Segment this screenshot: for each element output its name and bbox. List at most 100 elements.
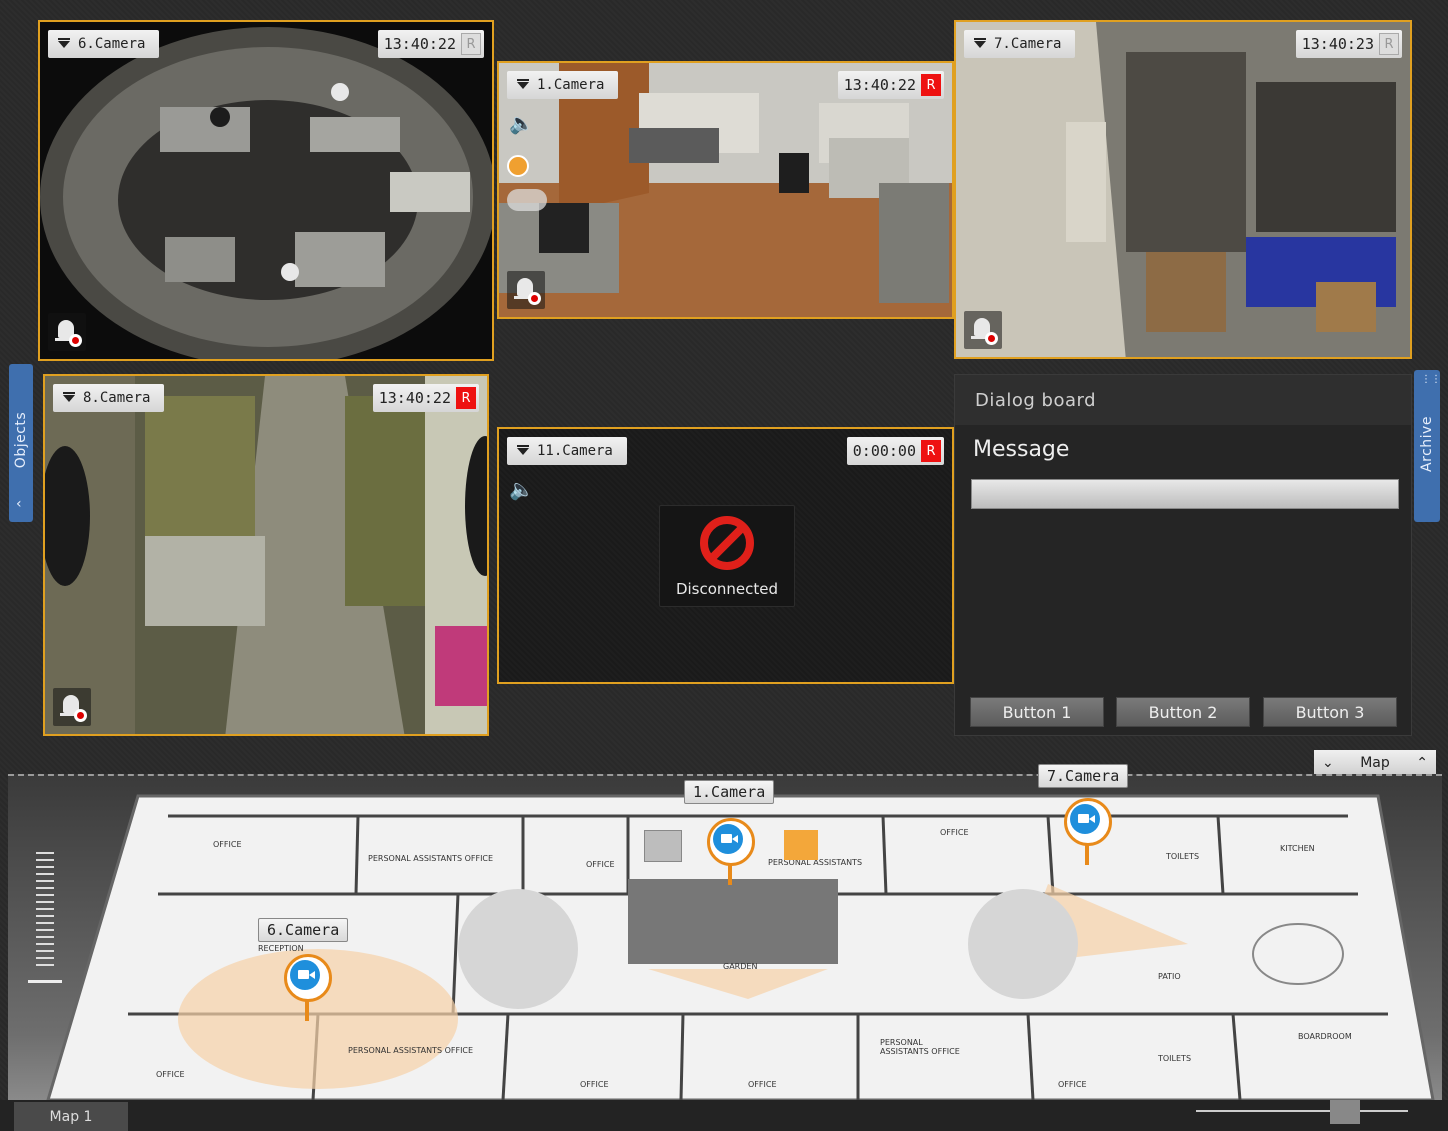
camera-icon (721, 834, 738, 843)
objects-panel-tab[interactable]: Objects ‹ (9, 364, 33, 522)
record-indicator[interactable]: R (921, 440, 941, 462)
ptz-dot-orange[interactable] (507, 155, 529, 177)
dialog-board: Dialog board Message Button 1 Button 2 B… (954, 374, 1412, 736)
camera-label-7[interactable]: 7.Camera (964, 30, 1076, 58)
alarm-button[interactable] (507, 271, 545, 309)
archive-panel-tab[interactable]: ⋮⋮ Archive (1414, 370, 1441, 522)
scroll-thumb[interactable] (1330, 1100, 1360, 1124)
room-label-pa-office-3: PERSONAL ASSISTANTS OFFICE (348, 1046, 474, 1055)
room-label-office-6: OFFICE (748, 1080, 777, 1089)
room-label-kitchen: KITCHEN (1280, 844, 1315, 853)
map-camera-pin-6[interactable] (284, 954, 332, 1024)
map-view[interactable]: OFFICE PERSONAL ASSISTANTS OFFICE OFFICE… (8, 764, 1442, 1100)
alarm-button[interactable] (48, 313, 86, 351)
map-camera-label-7[interactable]: 7.Camera (1038, 764, 1129, 788)
disconnected-panel: Disconnected (659, 505, 795, 607)
dialog-message: Message (973, 437, 1070, 462)
camera-name: 1.Camera (537, 77, 605, 93)
dropdown-icon (63, 391, 75, 402)
dialog-title: Dialog board (955, 375, 1411, 425)
dropdown-icon (517, 444, 529, 455)
map-camera-pin-1[interactable] (707, 818, 755, 888)
room-label-office-3: OFFICE (940, 828, 969, 837)
record-dot-icon (74, 709, 87, 722)
dialog-button-2[interactable]: Button 2 (1116, 697, 1250, 727)
record-indicator[interactable]: R (1379, 33, 1399, 55)
room-label-garden: GARDEN (723, 962, 758, 971)
chevron-down-icon: ⌄ (1322, 755, 1334, 771)
map-camera-label-1[interactable]: 1.Camera (684, 780, 775, 804)
room-label-office-5: OFFICE (580, 1080, 609, 1089)
record-dot-icon (985, 332, 998, 345)
mute-icon[interactable]: 🔈 (509, 111, 535, 135)
camera-name: 6.Camera (78, 36, 146, 52)
camera-timestamp-8: 13:40:22 R (372, 384, 479, 412)
alarm-button[interactable] (53, 688, 91, 726)
map-toolbar-icon-left[interactable] (644, 830, 682, 862)
dropdown-icon (58, 37, 70, 48)
timestamp: 13:40:22 (843, 76, 916, 94)
room-label-patio: PATIO (1158, 972, 1181, 981)
camera-name: 8.Camera (83, 390, 151, 406)
map-toggle[interactable]: ⌄ Map ⌃ (1314, 750, 1436, 776)
camera-tile-11[interactable]: 11.Camera 0:00:00 R 🔈 Disconnected (497, 427, 954, 684)
camera-icon (298, 970, 315, 979)
camera-name: 7.Camera (994, 36, 1062, 52)
app-root: Objects ‹ ⋮⋮ Archive 6.Camera 13:40:22 R… (0, 0, 1448, 1131)
record-dot-icon (528, 292, 541, 305)
camera-label-6[interactable]: 6.Camera (48, 30, 160, 58)
double-chevron-up-icon: ⌃ (1416, 755, 1428, 771)
record-dot-icon (69, 334, 82, 347)
room-label-office-2: OFFICE (586, 860, 615, 869)
record-indicator[interactable]: R (456, 387, 476, 409)
message-field[interactable] (971, 479, 1399, 509)
camera-tile-7[interactable]: 7.Camera 13:40:23 R (954, 20, 1412, 359)
timestamp: 0:00:00 (852, 442, 916, 460)
camera-timestamp-11: 0:00:00 R (846, 437, 944, 465)
room-label-pa-office-1: PERSONAL ASSISTANTS OFFICE (368, 854, 494, 863)
warehouse-feed (956, 22, 1410, 357)
room-label-boardroom: BOARDROOM (1298, 1032, 1352, 1041)
store-feed (45, 376, 487, 734)
camera-timestamp-7: 13:40:23 R (1295, 30, 1402, 58)
map-control-label: Map (1360, 755, 1390, 771)
timestamp: 13:40:23 (1301, 35, 1374, 53)
disconnected-text: Disconnected (675, 580, 779, 598)
map-toolbar-icon-right[interactable] (784, 830, 818, 860)
camera-label-11[interactable]: 11.Camera (507, 437, 627, 465)
timestamp: 13:40:22 (378, 389, 451, 407)
dialog-button-3[interactable]: Button 3 (1263, 697, 1397, 727)
camera-timestamp-6: 13:40:22 R (377, 30, 484, 58)
camera-label-1[interactable]: 1.Camera (507, 71, 619, 99)
camera-timestamp-1: 13:40:22 R (837, 71, 944, 99)
camera-label-8[interactable]: 8.Camera (53, 384, 165, 412)
dropdown-icon (974, 37, 986, 48)
archive-grid-icon: ⋮⋮ (1421, 374, 1441, 385)
camera-icon (1078, 814, 1095, 823)
camera-tile-8[interactable]: 8.Camera 13:40:22 R (43, 374, 489, 736)
room-label-toilets-1: TOILETS (1166, 852, 1200, 861)
dropdown-icon (517, 78, 529, 89)
chevron-left-icon: ‹ (16, 496, 22, 512)
timestamp: 13:40:22 (383, 35, 456, 53)
alarm-button[interactable] (964, 311, 1002, 349)
map-camera-pin-7[interactable] (1064, 798, 1112, 868)
dialog-button-1[interactable]: Button 1 (970, 697, 1104, 727)
archive-tab-label: Archive (1419, 416, 1436, 472)
fisheye-office-feed (40, 22, 492, 359)
mute-icon[interactable]: 🔈 (509, 477, 535, 501)
map-scrollbar[interactable] (1196, 1100, 1408, 1124)
room-label-toilets-2: TOILETS (1158, 1054, 1192, 1063)
record-indicator[interactable]: R (921, 74, 941, 96)
objects-tab-label: Objects (13, 411, 30, 469)
office-feed (499, 63, 952, 317)
map-tab[interactable]: Map 1 (14, 1102, 128, 1131)
record-indicator[interactable]: R (461, 33, 481, 55)
map-camera-label-6[interactable]: 6.Camera (258, 918, 349, 942)
camera-tile-1[interactable]: 1.Camera 13:40:22 R 🔈 (497, 61, 954, 319)
ptz-dot-grey[interactable] (507, 189, 547, 211)
room-label-office-7: OFFICE (1058, 1080, 1087, 1089)
zoom-slider[interactable] (26, 852, 66, 992)
camera-tile-6[interactable]: 6.Camera 13:40:22 R (38, 20, 494, 361)
room-label-office-1: OFFICE (213, 840, 242, 849)
